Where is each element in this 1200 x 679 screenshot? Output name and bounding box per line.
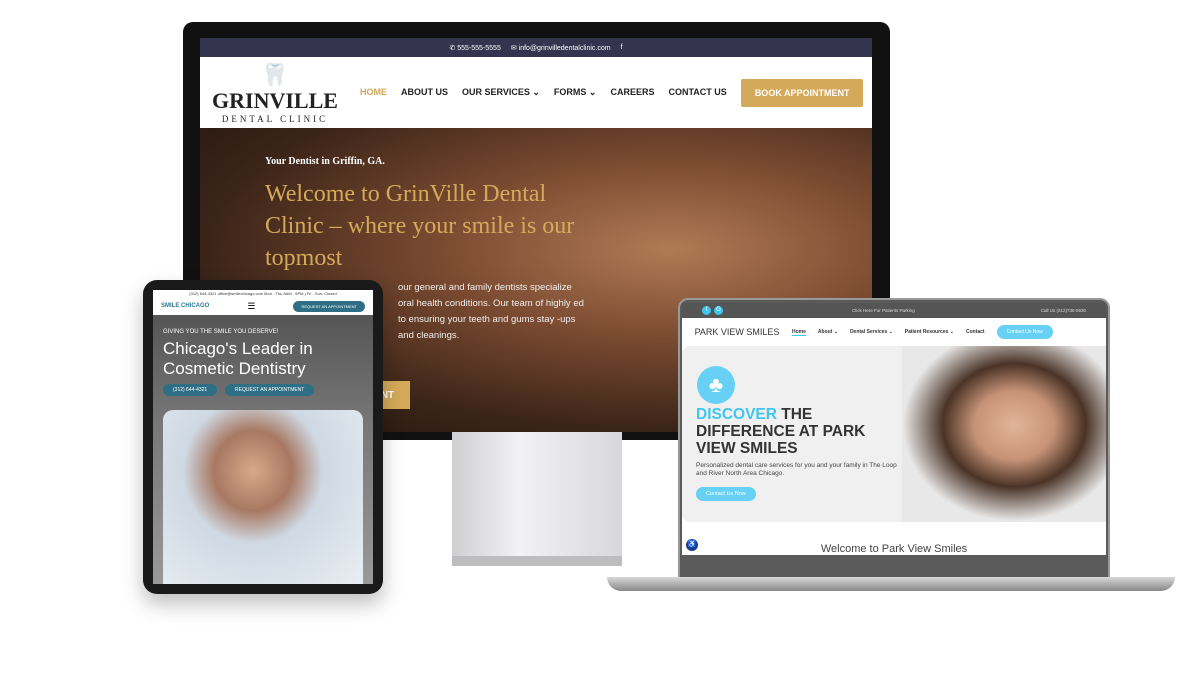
tablet-topbar: (312) 644-4321 office@smilechicago.com M… <box>153 290 373 297</box>
call-link[interactable]: Call Us (312)736-5930 <box>1041 308 1086 313</box>
phone-link[interactable]: ✆ 555-555-5555 <box>449 44 500 52</box>
hero-body: Personalized dental care services for yo… <box>696 462 897 477</box>
google-icon[interactable]: G <box>714 306 723 315</box>
hamburger-menu-icon[interactable]: ☰ <box>247 301 255 312</box>
desktop-navbar: 🦷 GRINVILLE DENTAL CLINIC HOME ABOUT US … <box>200 57 872 128</box>
hero-tagline: GIVING YOU THE SMILE YOU DESERVE! <box>163 329 279 335</box>
nav-home[interactable]: Home <box>792 329 806 336</box>
desktop-topbar: ✆ 555-555-5555 ✉ info@grinvilledentalcli… <box>200 38 872 57</box>
tooth-icon: 🦷 <box>261 61 289 87</box>
nav-dental-services[interactable]: Dental Services ⌄ <box>850 329 893 335</box>
logo-name: GRINVILLE <box>212 87 338 113</box>
laptop-navbar: PARK VIEW SMILES Home About ⌄ Dental Ser… <box>682 318 1106 346</box>
nav-about[interactable]: About ⌄ <box>818 329 838 335</box>
tablet-screen: (312) 644-4321 office@smilechicago.com M… <box>153 290 373 584</box>
smiling-woman-photo <box>902 346 1106 522</box>
nav-services[interactable]: OUR SERVICES ⌄ <box>462 87 540 98</box>
hero-request-button[interactable]: REQUEST AN APPOINTMENT <box>225 384 315 396</box>
contact-us-button[interactable]: Contact Us Now <box>996 325 1053 339</box>
nav-contact[interactable]: Contact <box>966 329 985 335</box>
facebook-icon[interactable]: f <box>621 44 623 51</box>
hero-title: DISCOVER THE DIFFERENCE AT PARK VIEW SMI… <box>696 406 906 457</box>
request-appointment-button[interactable]: REQUEST AN APPOINTMENT <box>293 300 365 312</box>
hero-contact-button[interactable]: Contact Us Now <box>696 487 756 501</box>
email-text: info@grinvilledentalclinic.com <box>518 44 611 52</box>
nav-patient-resources[interactable]: Patient Resources ⌄ <box>905 329 954 335</box>
book-appointment-button[interactable]: BOOK APPOINTMENT <box>740 78 864 107</box>
nav-forms[interactable]: FORMS ⌄ <box>554 87 597 98</box>
phone-text: 555-555-5555 <box>457 44 501 52</box>
smiling-woman-photo <box>163 410 363 584</box>
hero-title: Chicago's Leader in Cosmetic Dentistry <box>163 339 313 378</box>
laptop-topbar: fG Click Here For Patients Parking Call … <box>682 303 1106 318</box>
laptop-hero: ♣ DISCOVER THE DIFFERENCE AT PARK VIEW S… <box>682 346 1106 522</box>
nav-about[interactable]: ABOUT US <box>401 87 448 98</box>
nav-contact[interactable]: CONTACT US <box>668 87 726 98</box>
monitor-stand <box>452 432 622 560</box>
laptop-base <box>607 577 1175 591</box>
hero-body: our general and family dentists speciali… <box>398 282 584 341</box>
logo-tagline: DENTAL CLINIC <box>221 113 329 124</box>
smile-chicago-logo[interactable]: SMILE CHICAGO <box>161 303 209 309</box>
email-link[interactable]: ✉ info@grinvilledentalclinic.com <box>511 44 611 52</box>
hero-title: Welcome to GrinVille Dental Clinic – whe… <box>265 181 575 271</box>
park-view-logo[interactable]: PARK VIEW SMILES <box>682 327 792 338</box>
hero-subtitle: Your Dentist in Griffin, GA. <box>265 156 385 167</box>
tablet-hero: GIVING YOU THE SMILE YOU DESERVE! Chicag… <box>153 315 373 584</box>
grinville-logo[interactable]: 🦷 GRINVILLE DENTAL CLINIC <box>200 62 350 124</box>
nav-home[interactable]: HOME <box>360 87 387 98</box>
hero-title-highlight: DISCOVER <box>696 406 777 423</box>
nav-careers[interactable]: CAREERS <box>610 87 654 98</box>
facebook-icon[interactable]: f <box>702 306 711 315</box>
parking-link[interactable]: Click Here For Patients Parking <box>852 308 915 313</box>
welcome-heading: Welcome to Park View Smiles <box>820 543 968 555</box>
laptop-screen: fG Click Here For Patients Parking Call … <box>682 303 1106 555</box>
tooth-tree-icon: ♣ <box>697 366 735 404</box>
phone-button[interactable]: (312) 644-4321 <box>163 384 218 396</box>
monitor-stand-base <box>452 556 622 566</box>
tablet-navbar: SMILE CHICAGO ☰ REQUEST AN APPOINTMENT <box>153 297 373 315</box>
